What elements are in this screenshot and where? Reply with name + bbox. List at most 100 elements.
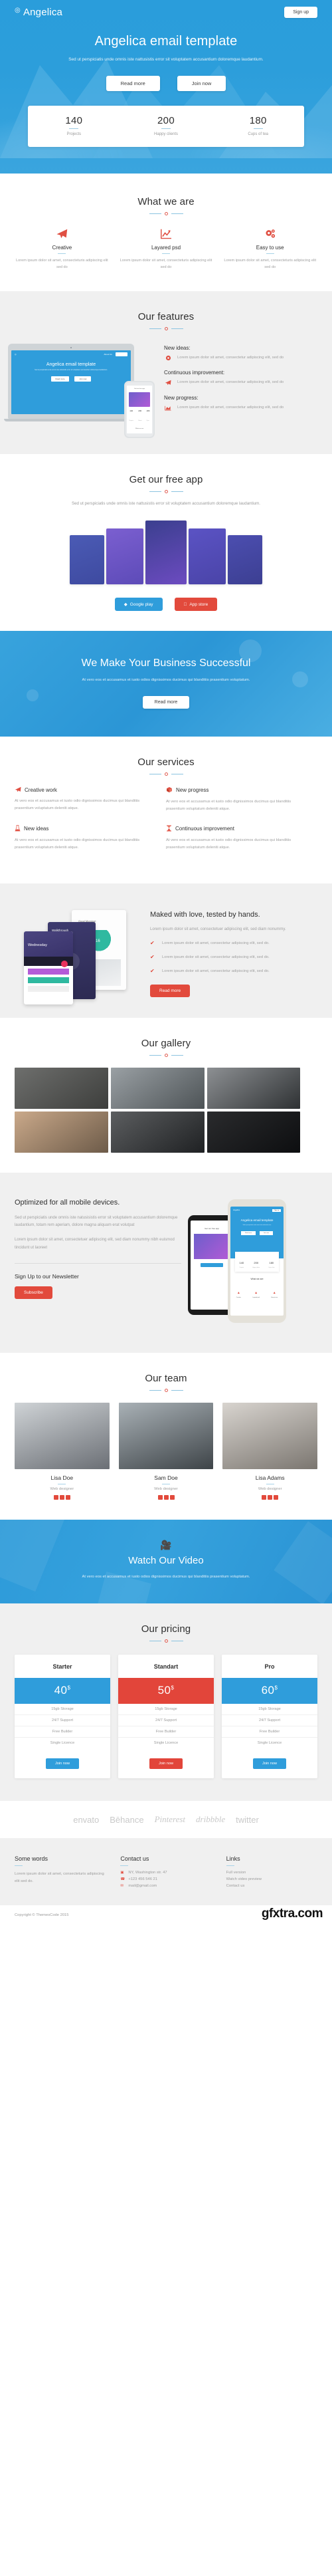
section-divider: [15, 1053, 317, 1057]
feature-text: Lorem ipsum dolor sit amet, consectetur …: [177, 355, 284, 360]
hourglass-icon: [166, 825, 172, 833]
twitter-logo[interactable]: twitter: [236, 1815, 259, 1825]
dribbble-logo[interactable]: dribbble: [196, 1814, 225, 1825]
heading-underline: [15, 1865, 23, 1867]
member-role: Web designer: [50, 1486, 74, 1491]
team-grid: Lisa Doe Web designer Sam Doe Web design…: [15, 1402, 318, 1500]
behance-logo[interactable]: Bēhance: [110, 1815, 143, 1825]
twitter-icon[interactable]: [59, 1494, 64, 1500]
plan-button-wrap: Join now: [118, 1748, 214, 1778]
read-more-button[interactable]: Read more: [106, 75, 160, 91]
our-team-section: Our team Lisa Doe Web designer Sam Doe W…: [0, 1353, 332, 1520]
google-plus-icon[interactable]: [65, 1494, 70, 1500]
mobile-paragraph-1: Sed ut perspiciatis unde omnis iste natu…: [15, 1215, 178, 1228]
footer-column-about: Some words Lorem ipsum dolor sit amet, c…: [15, 1855, 106, 1891]
paper-plane-icon: [15, 786, 21, 794]
gallery-image[interactable]: [111, 1067, 205, 1109]
stat-item: 180 Cups of tea: [212, 115, 304, 136]
love-body: Good Morning! 16 Walkthrough Wednesday M…: [15, 901, 317, 1004]
stats-card: 140 Projects 200 Happy clients 180 Cups …: [28, 105, 304, 147]
join-now-button[interactable]: Join now: [252, 1758, 287, 1770]
signup-button[interactable]: Sign up: [284, 7, 317, 18]
gallery-image[interactable]: [207, 1111, 300, 1153]
gallery-image[interactable]: [111, 1111, 205, 1153]
member-role: Web designer: [258, 1486, 282, 1491]
plan-feature: Single Licence: [257, 1741, 282, 1746]
brand-logo[interactable]: ◎ Angelica: [15, 7, 62, 18]
google-plus-icon[interactable]: [274, 1494, 279, 1500]
divider-dot-icon: [164, 1388, 168, 1392]
currency-symbol: $: [274, 1685, 278, 1691]
footer-link-contact-us[interactable]: Contact us: [226, 1884, 317, 1888]
team-member: Lisa Adams Web designer: [222, 1402, 318, 1500]
price-value: 60: [261, 1684, 275, 1697]
phone-section-title: What we are: [135, 427, 144, 429]
our-services-section: Our services Creative work At vero eos e…: [0, 737, 332, 883]
plan-feature: 24/7 Support: [15, 1715, 110, 1727]
divider-line-left: [149, 213, 161, 214]
twitter-icon[interactable]: [163, 1494, 169, 1500]
stat-label: Projects: [66, 132, 82, 136]
avatar: [15, 1402, 110, 1469]
check-item: ✔ Lorem ipsum dolor sit amet, consectetu…: [150, 968, 317, 975]
google-play-label: Google play: [129, 602, 153, 607]
love-text-block: Maked with love, tested by hands. Lorem …: [150, 901, 317, 998]
facebook-icon[interactable]: [53, 1494, 58, 1500]
service-title: Creative work: [25, 786, 57, 793]
gallery-image[interactable]: [15, 1067, 108, 1109]
heading-underline: [226, 1865, 234, 1867]
stack-card-number: 16: [96, 939, 100, 943]
app-store-button[interactable]:  App store: [174, 598, 218, 612]
divider-line-left: [149, 491, 161, 492]
pinterest-logo[interactable]: Pinterest: [155, 1814, 185, 1825]
chart-line-icon: [119, 227, 214, 241]
google-play-button[interactable]: ◆ Google play: [114, 598, 163, 612]
mockup-join-now: Join now: [74, 376, 92, 382]
facebook-icon[interactable]: [157, 1494, 163, 1500]
contact-phone-line[interactable]: ☎ +123 456 546 21: [120, 1877, 211, 1881]
plan-features: 15gb Storage 24/7 Support Free Builder S…: [15, 1704, 110, 1748]
service-title: New ideas: [24, 826, 49, 832]
join-now-button[interactable]: Join now: [149, 1758, 183, 1770]
plan-price: 60$: [222, 1678, 317, 1704]
feature-text: Lorem ipsum dolor sit amet, consectetur …: [177, 380, 284, 385]
gallery-image[interactable]: [15, 1111, 108, 1153]
price-value: 40: [54, 1684, 68, 1697]
gallery-image[interactable]: [207, 1067, 300, 1109]
feature-row: Lorem ipsum dolor sit amet, consectetur …: [164, 379, 317, 386]
heading-underline: [120, 1865, 129, 1867]
facebook-icon[interactable]: [262, 1494, 267, 1500]
join-now-button[interactable]: Join now: [177, 75, 226, 91]
app-screen: [228, 535, 262, 585]
mockup-nav-link: About Us: [104, 352, 112, 356]
section-title: Our pricing: [141, 1623, 191, 1635]
envelope-icon: ✉: [120, 1884, 124, 1889]
envato-logo[interactable]: envato: [73, 1815, 99, 1825]
divider-line-left: [149, 328, 161, 329]
footer-link-full-version[interactable]: Full version: [226, 1871, 317, 1875]
cube-icon: [166, 786, 173, 794]
feature-columns: Creative Lorem ipsum dolor sit amet, con…: [15, 227, 317, 271]
top-navigation-bar: ◎ Angelica Sign up: [0, 0, 332, 18]
divider-line-left: [149, 1389, 161, 1391]
social-links: [15, 1494, 110, 1500]
footer-column-contact: Contact us ▣ NY, Washington str. 47 ☎ +1…: [120, 1855, 211, 1891]
laptop-base: [4, 418, 138, 421]
google-plus-icon[interactable]: [169, 1494, 175, 1500]
banner-read-more-button[interactable]: Read more: [142, 695, 190, 709]
hero-subtitle: Sed ut perspiciatis unde omnis iste natt…: [68, 57, 264, 62]
love-read-more-button[interactable]: Read more: [150, 985, 191, 998]
subscribe-button[interactable]: Subscribe: [15, 1286, 52, 1299]
phone-stat-num: 200: [138, 409, 142, 412]
device-mockup-image: ◎ About Us Sign up Angelica email templa…: [4, 341, 157, 438]
contact-email-line[interactable]: ✉ mail@gmail.com: [120, 1884, 211, 1888]
join-now-button[interactable]: Join now: [45, 1758, 80, 1770]
store-button-group: ◆ Google play  App store: [15, 598, 317, 612]
check-icon: ✔: [150, 954, 155, 961]
feature-list: New ideas: Lorem ipsum dolor sit amet, c…: [164, 341, 317, 420]
phone-mockup: Get our free app 140 Projects 200 Clients …: [124, 380, 155, 438]
check-text: Lorem ipsum dolor sit amet, consectetur …: [162, 969, 270, 974]
footer-link-video-preview[interactable]: Watch video preview: [226, 1877, 317, 1881]
twitter-icon[interactable]: [268, 1494, 273, 1500]
bokeh-decoration: [27, 689, 39, 701]
